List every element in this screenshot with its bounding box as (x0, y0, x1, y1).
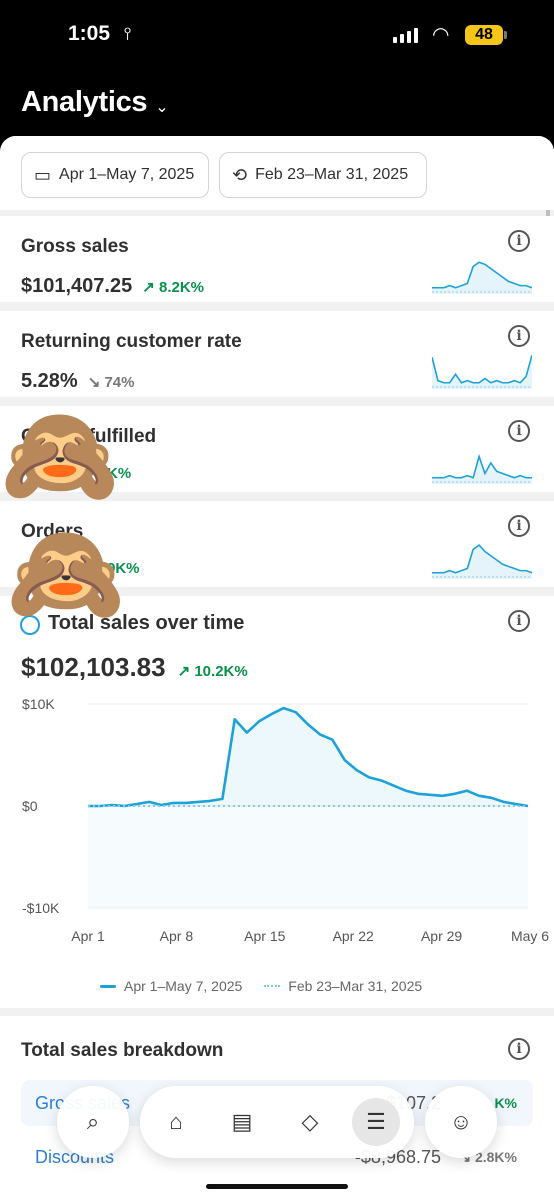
sparkline-area (432, 262, 532, 294)
search-button[interactable]: ⌕ (57, 1086, 129, 1158)
metric-value-wrap: $101,407.25 ↗ 8.2K% (21, 275, 204, 298)
home-indicator (206, 1184, 348, 1189)
metric-change-value: 74% (104, 374, 135, 391)
chevron-down-icon: ⌄ (155, 98, 169, 116)
legend-label: Apr 1–May 7, 2025 (124, 978, 243, 994)
date-filter-row: ▭ Apr 1–May 7, 2025 ⟲ Feb 23–Mar 31, 202… (0, 136, 554, 210)
compare-range-label: Feb 23–Mar 31, 2025 (255, 166, 409, 183)
see-no-evil-monkey-emoji: 🙈 (0, 402, 120, 509)
chart-value-wrap: $102,103.83 ↗ 10.2K% (21, 652, 248, 683)
x-tick-label: Apr 1 (71, 928, 105, 944)
metric-change: ↘ 74% (87, 374, 135, 391)
nav-pill: ⌂ ▤ ◇ ☰ (140, 1086, 414, 1158)
y-tick-label: $10K (22, 696, 55, 712)
page-title-dropdown[interactable]: Analytics ⌄ (21, 86, 169, 119)
see-no-evil-monkey-emoji: 🙈 (6, 520, 126, 627)
info-icon[interactable]: i (508, 420, 530, 442)
metric-value: 5.28% (21, 370, 78, 392)
status-time: 1:05 (68, 22, 111, 45)
negative-region (88, 806, 528, 908)
avatar-icon: ☺ (449, 1109, 473, 1134)
metric-value-wrap: 5.28% ↘ 74% (21, 370, 135, 393)
location-pin-icon: ⫯ (124, 24, 132, 43)
wifi-icon: ◠ (432, 24, 450, 46)
x-tick-label: May 6 (511, 928, 549, 944)
metric-value: $101,407.25 (21, 275, 133, 297)
menu-icon: ☰ (366, 1109, 386, 1134)
metric-title: Returning customer rate (21, 331, 242, 352)
page-title: Analytics (21, 86, 148, 118)
sparkline (432, 544, 532, 579)
search-icon: ⌕ (86, 1109, 100, 1134)
sparkline-line (432, 354, 532, 384)
legend-swatch-solid (100, 984, 116, 988)
legend-item-previous[interactable]: Feb 23–Mar 31, 2025 (264, 978, 422, 994)
content-sheet: ▭ Apr 1–May 7, 2025 ⟲ Feb 23–Mar 31, 202… (0, 136, 554, 1200)
cellular-signal-icon (393, 28, 418, 43)
sparkline-area (432, 355, 532, 389)
x-tick-label: Apr 29 (421, 928, 462, 944)
info-icon[interactable]: i (508, 230, 530, 252)
bottom-navigation: ⌕ ⌂ ▤ ◇ ☰ ☺ (0, 1082, 554, 1162)
calendar-compare-icon: ⟲ (232, 164, 248, 185)
tag-icon: ◇ (301, 1109, 319, 1134)
metric-change-value: 8.2K% (158, 279, 205, 296)
sparkline (432, 354, 532, 389)
x-tick-label: Apr 22 (333, 928, 374, 944)
metric-card-gross-sales[interactable]: Gross sales i $101,407.25 ↗ 8.2K% (0, 216, 554, 302)
legend-label: Feb 23–Mar 31, 2025 (288, 978, 423, 994)
battery-icon: 48 (465, 25, 507, 45)
metric-change: ↗ 8.2K% (142, 279, 205, 296)
date-range-label: Apr 1–May 7, 2025 (59, 166, 195, 183)
info-icon[interactable]: i (508, 1038, 530, 1060)
tag-button[interactable]: ◇ (286, 1098, 334, 1146)
compare-range-button[interactable]: ⟲ Feb 23–Mar 31, 2025 (219, 152, 427, 198)
legend-item-current[interactable]: Apr 1–May 7, 2025 (100, 978, 242, 994)
chart-legend: Apr 1–May 7, 2025 Feb 23–Mar 31, 2025 (100, 978, 422, 994)
breakdown-title: Total sales breakdown (21, 1040, 224, 1061)
home-button[interactable]: ⌂ (152, 1098, 200, 1146)
home-icon: ⌂ (169, 1109, 183, 1134)
info-icon[interactable]: i (508, 610, 530, 632)
sparkline (432, 453, 532, 484)
info-icon[interactable]: i (508, 515, 530, 537)
metric-title: Gross sales (21, 236, 129, 257)
status-bar: 1:05 ⫯ ◠ 48 (0, 0, 554, 78)
sales-line-chart[interactable]: $10K $0 -$10K Apr 1 Apr 8 Apr 15 Apr 22 Apr 29 M… (0, 696, 554, 996)
info-icon[interactable]: i (508, 325, 530, 347)
chart-change: ↗ 10.2K% (177, 663, 248, 680)
account-button[interactable]: ☺ (425, 1086, 497, 1158)
total-sales-chart-card[interactable]: Total sales over time i $102,103.83 ↗ 10… (0, 596, 554, 1008)
sparkline-area (432, 545, 532, 579)
legend-swatch-dotted (264, 985, 281, 987)
chart-change-value: 10.2K% (194, 663, 248, 680)
x-tick-label: Apr 8 (160, 928, 194, 944)
inbox-icon: ▤ (231, 1109, 253, 1134)
sparkline-area (432, 456, 532, 484)
date-range-button[interactable]: ▭ Apr 1–May 7, 2025 (21, 152, 209, 198)
chart-value: $102,103.83 (21, 652, 166, 682)
inbox-button[interactable]: ▤ (218, 1098, 266, 1146)
y-tick-label: $0 (22, 798, 38, 814)
calendar-icon: ▭ (34, 164, 52, 185)
sparkline (432, 261, 532, 294)
metric-card-returning-customer-rate[interactable]: Returning customer rate i 5.28% ↘ 74% (0, 311, 554, 397)
x-tick-label: Apr 15 (244, 928, 285, 944)
menu-button[interactable]: ☰ (352, 1098, 400, 1146)
y-tick-label: -$10K (22, 900, 60, 916)
